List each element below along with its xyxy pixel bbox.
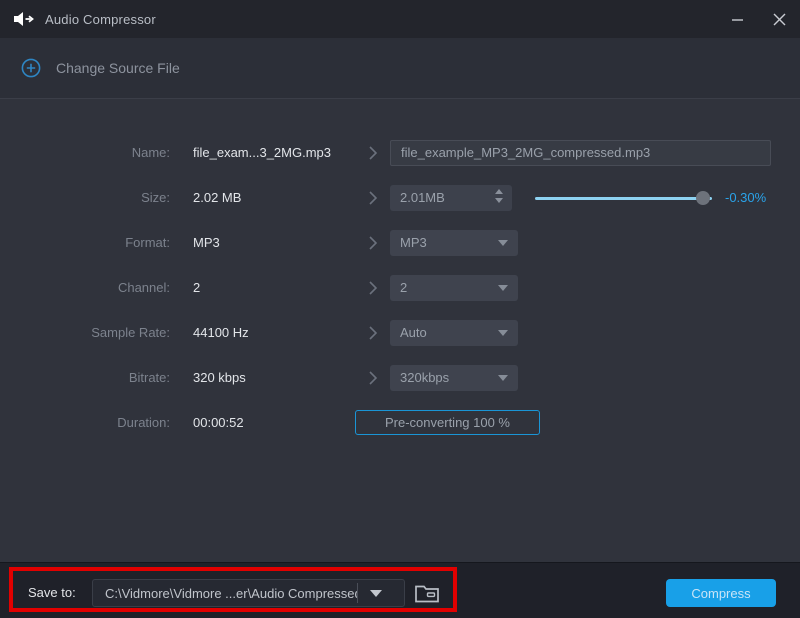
compress-button[interactable]: Compress — [666, 579, 776, 607]
titlebar: Audio Compressor — [0, 0, 800, 38]
row-format: Format: MP3 MP3 — [0, 220, 800, 265]
format-selected: MP3 — [400, 235, 427, 250]
name-label: Name: — [0, 145, 170, 160]
row-name: Name: file_exam...3_2MG.mp3 — [0, 130, 800, 175]
output-name-input[interactable] — [390, 140, 771, 166]
format-label: Format: — [0, 235, 170, 250]
row-size: Size: 2.02 MB 2.01MB -0.30% — [0, 175, 800, 220]
chevron-right-icon — [355, 144, 390, 162]
chevron-right-icon — [355, 369, 390, 387]
size-source-value: 2.02 MB — [170, 190, 355, 205]
target-size-value: 2.01MB — [400, 190, 445, 205]
minimize-icon — [731, 13, 744, 26]
channel-selected: 2 — [400, 280, 407, 295]
duration-label: Duration: — [0, 415, 170, 430]
sample-rate-source-value: 44100 Hz — [170, 325, 355, 340]
spinner-arrows[interactable] — [495, 189, 503, 203]
window-title: Audio Compressor — [45, 12, 156, 27]
caret-down-icon — [498, 375, 508, 381]
caret-down-icon — [370, 590, 382, 597]
target-size-spinner[interactable]: 2.01MB — [390, 185, 512, 211]
size-slider[interactable] — [535, 191, 712, 205]
preconverting-button[interactable]: Pre-converting 100 % — [355, 410, 540, 435]
size-change-percent: -0.30% — [725, 190, 766, 205]
plus-circle-icon — [21, 58, 41, 78]
save-path-dropdown-button[interactable] — [358, 590, 393, 597]
browse-folder-button[interactable] — [411, 581, 443, 605]
sample-rate-label: Sample Rate: — [0, 325, 170, 340]
chevron-right-icon — [355, 234, 390, 252]
row-channel: Channel: 2 2 — [0, 265, 800, 310]
change-source-file-label: Change Source File — [56, 60, 180, 76]
source-header-band: Change Source File — [0, 38, 800, 99]
duration-source-value: 00:00:52 — [170, 415, 355, 430]
compressor-form: Name: file_exam...3_2MG.mp3 Size: 2.02 M… — [0, 99, 800, 562]
name-source-value: file_exam...3_2MG.mp3 — [170, 145, 355, 160]
chevron-right-icon — [355, 324, 390, 342]
channel-source-value: 2 — [170, 280, 355, 295]
spinner-up-icon[interactable] — [495, 189, 503, 194]
sample-rate-dropdown[interactable]: Auto — [390, 320, 518, 346]
slider-track — [535, 197, 712, 200]
slider-thumb[interactable] — [696, 191, 710, 205]
chevron-right-icon — [355, 189, 390, 207]
close-button[interactable] — [758, 0, 800, 38]
caret-down-icon — [498, 240, 508, 246]
change-source-file-button[interactable]: Change Source File — [21, 58, 180, 78]
bitrate-label: Bitrate: — [0, 370, 170, 385]
sample-rate-selected: Auto — [400, 325, 427, 340]
save-path-value: C:\Vidmore\Vidmore ...er\Audio Compresse… — [93, 586, 357, 601]
save-path-combobox[interactable]: C:\Vidmore\Vidmore ...er\Audio Compresse… — [92, 579, 405, 607]
save-to-label: Save to: — [28, 579, 76, 607]
format-dropdown[interactable]: MP3 — [390, 230, 518, 256]
caret-down-icon — [498, 330, 508, 336]
format-source-value: MP3 — [170, 235, 355, 250]
row-duration: Duration: 00:00:52 Pre-converting 100 % — [0, 400, 800, 445]
close-icon — [773, 13, 786, 26]
channel-dropdown[interactable]: 2 — [390, 275, 518, 301]
speaker-compress-icon — [13, 10, 35, 28]
size-label: Size: — [0, 190, 170, 205]
spinner-down-icon[interactable] — [495, 198, 503, 203]
bitrate-selected: 320kbps — [400, 370, 449, 385]
minimize-button[interactable] — [716, 0, 758, 38]
row-sample-rate: Sample Rate: 44100 Hz Auto — [0, 310, 800, 355]
footer-bar: Save to: C:\Vidmore\Vidmore ...er\Audio … — [0, 562, 800, 618]
bitrate-dropdown[interactable]: 320kbps — [390, 365, 518, 391]
bitrate-source-value: 320 kbps — [170, 370, 355, 385]
row-bitrate: Bitrate: 320 kbps 320kbps — [0, 355, 800, 400]
folder-open-icon — [414, 582, 440, 604]
channel-label: Channel: — [0, 280, 170, 295]
chevron-right-icon — [355, 279, 390, 297]
caret-down-icon — [498, 285, 508, 291]
